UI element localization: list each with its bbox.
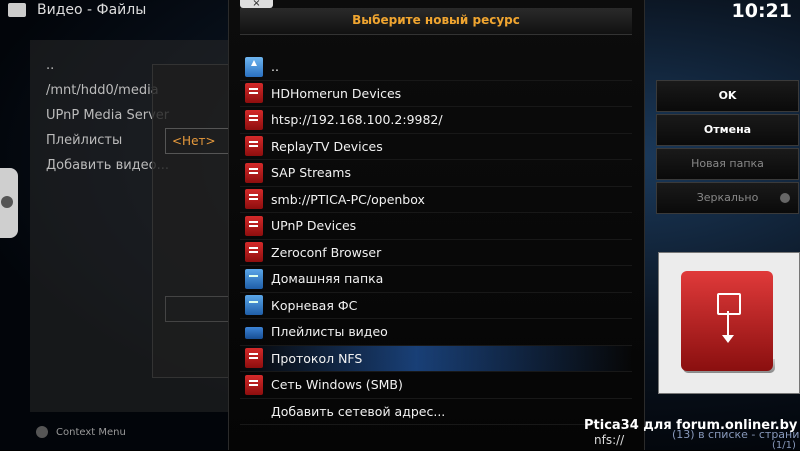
background-dialog-field: <Нет>	[165, 128, 235, 154]
up-arrow-icon	[245, 56, 263, 77]
network-drive-icon	[245, 109, 263, 130]
side-menu-icon	[1, 196, 13, 208]
side-menu-tab[interactable]	[0, 168, 18, 238]
list-item[interactable]: UPnP Devices	[240, 213, 632, 240]
folder-icon	[245, 322, 263, 342]
preview-thumbnail	[658, 252, 800, 394]
drive-icon	[245, 295, 263, 316]
network-drive-icon	[245, 348, 263, 369]
network-drive-icon	[245, 162, 263, 183]
dialog-header: Выберите новый ресурс	[240, 8, 632, 35]
list-item-label: ..	[271, 59, 279, 75]
background-list-item: Добавить видео...	[46, 158, 170, 173]
list-item-label: Плейлисты видео	[271, 324, 388, 340]
background-dialog-field-2	[165, 296, 229, 322]
radio-icon	[780, 193, 790, 203]
list-item[interactable]: Домашняя папка	[240, 266, 632, 293]
down-arrow-icon	[722, 335, 734, 343]
list-item[interactable]: Сеть Windows (SMB)	[240, 372, 632, 399]
list-item-label: Zeroconf Browser	[271, 244, 382, 260]
mirror-label: Зеркально	[696, 191, 759, 204]
source-list: .. HDHomerun Devices htsp://192.168.100.2:…	[240, 54, 632, 425]
current-path: nfs://	[594, 433, 625, 447]
info-icon	[36, 426, 48, 438]
network-symbol	[717, 293, 741, 315]
list-item[interactable]: htsp://192.168.100.2:9982/	[240, 107, 632, 134]
context-menu-hint: Context Menu	[36, 426, 126, 438]
list-item-label: Корневая ФС	[271, 297, 358, 313]
cancel-button[interactable]: Отмена	[656, 114, 799, 146]
list-item-label: Сеть Windows (SMB)	[271, 377, 403, 393]
network-drive-icon	[245, 374, 263, 395]
list-item-label: smb://PTICA-PC/openbox	[271, 191, 425, 207]
clock: 10:21	[731, 0, 792, 22]
list-item-label: Домашняя папка	[271, 271, 384, 287]
drive-icon	[245, 268, 263, 289]
network-drive-icon	[245, 83, 263, 104]
list-item[interactable]: smb://PTICA-PC/openbox	[240, 187, 632, 213]
background-list-item: UPnP Media Server	[46, 108, 170, 123]
list-item[interactable]: Zeroconf Browser	[240, 240, 632, 266]
list-item[interactable]: Протокол NFS	[240, 345, 632, 372]
network-drive-icon	[245, 136, 263, 157]
window-title: Видео - Файлы	[37, 2, 147, 18]
network-drive-icon	[245, 189, 263, 210]
background-list-item: /mnt/hdd0/media	[46, 83, 159, 98]
network-drive-icon	[245, 215, 263, 236]
list-item[interactable]: SAP Streams	[240, 160, 632, 187]
network-drive-icon	[245, 242, 263, 263]
close-button[interactable]: ×	[240, 0, 273, 9]
network-drive-icon	[681, 271, 773, 371]
list-item-label: ReplayTV Devices	[271, 138, 383, 154]
blank-icon	[245, 401, 263, 421]
context-menu-label: Context Menu	[56, 427, 126, 438]
list-item[interactable]: Корневая ФС	[240, 293, 632, 319]
page-number: (1/1)	[772, 440, 796, 451]
clapper-icon	[8, 3, 26, 17]
list-item-label: HDHomerun Devices	[271, 85, 402, 101]
network-line	[727, 311, 729, 337]
list-item[interactable]: Добавить сетевой адрес...	[240, 399, 632, 425]
dialog-title: Выберите новый ресурс	[352, 13, 520, 27]
background-list-item: ..	[46, 58, 55, 73]
list-item-label: SAP Streams	[271, 165, 351, 181]
list-item-label: UPnP Devices	[271, 218, 357, 234]
mirror-toggle[interactable]: Зеркально	[656, 182, 799, 214]
list-item-label: htsp://192.168.100.2:9982/	[271, 112, 443, 128]
list-item-label: Добавить сетевой адрес...	[271, 403, 446, 419]
background-list: .. /mnt/hdd0/media UPnP Media Server Пле…	[46, 53, 169, 178]
new-folder-button[interactable]: Новая папка	[656, 148, 799, 180]
list-item[interactable]: HDHomerun Devices	[240, 81, 632, 107]
list-item[interactable]: Плейлисты видео	[240, 319, 632, 346]
list-item[interactable]: ReplayTV Devices	[240, 134, 632, 160]
list-item-label: Протокол NFS	[271, 350, 363, 366]
list-item[interactable]: ..	[240, 54, 632, 81]
ok-button[interactable]: OK	[656, 80, 799, 112]
background-list-item: Плейлисты	[46, 133, 123, 148]
